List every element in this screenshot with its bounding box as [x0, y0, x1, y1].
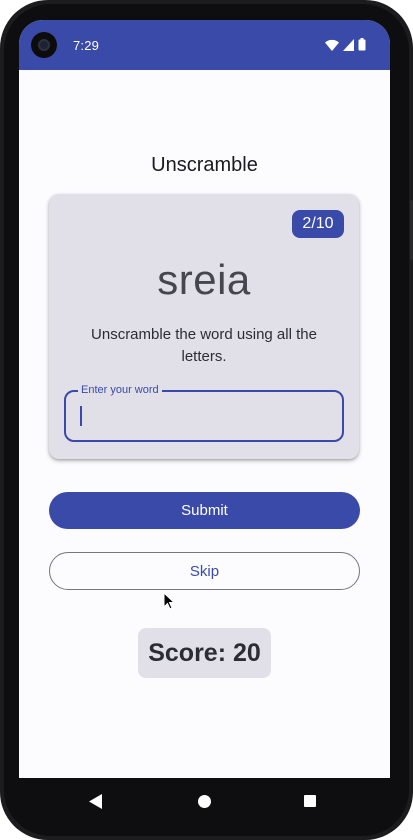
front-camera: [31, 32, 57, 58]
back-icon[interactable]: [89, 794, 103, 814]
text-cursor: [80, 406, 82, 426]
wifi-icon: [325, 39, 339, 51]
instructions-text: Unscramble the word using all the letter…: [91, 326, 317, 365]
submit-button[interactable]: Submit: [49, 492, 360, 529]
system-nav-bar: [19, 778, 390, 824]
battery-icon: [358, 38, 366, 51]
status-icons: [325, 38, 366, 51]
scrambled-word: sreia: [157, 256, 251, 303]
status-time: 7:29: [73, 38, 100, 53]
score-display: Score: 20: [138, 628, 271, 678]
status-bar: 7:29: [19, 20, 390, 70]
app-screen: 7:29 Unscramble 2/10 sreia Unscramble th…: [19, 20, 390, 778]
word-count-badge: 2/10: [292, 210, 344, 238]
word-input-container[interactable]: Enter your word: [64, 383, 344, 442]
word-input[interactable]: [66, 392, 342, 440]
camera-lens: [38, 39, 50, 51]
cellular-signal-icon: [343, 38, 354, 51]
skip-button[interactable]: Skip: [49, 552, 360, 590]
home-icon[interactable]: [198, 795, 211, 808]
app-title: Unscramble: [151, 154, 258, 176]
recents-icon[interactable]: [304, 795, 316, 807]
game-card: 2/10 sreia Unscramble the word using all…: [49, 194, 359, 459]
mouse-pointer-icon: [163, 591, 176, 615]
